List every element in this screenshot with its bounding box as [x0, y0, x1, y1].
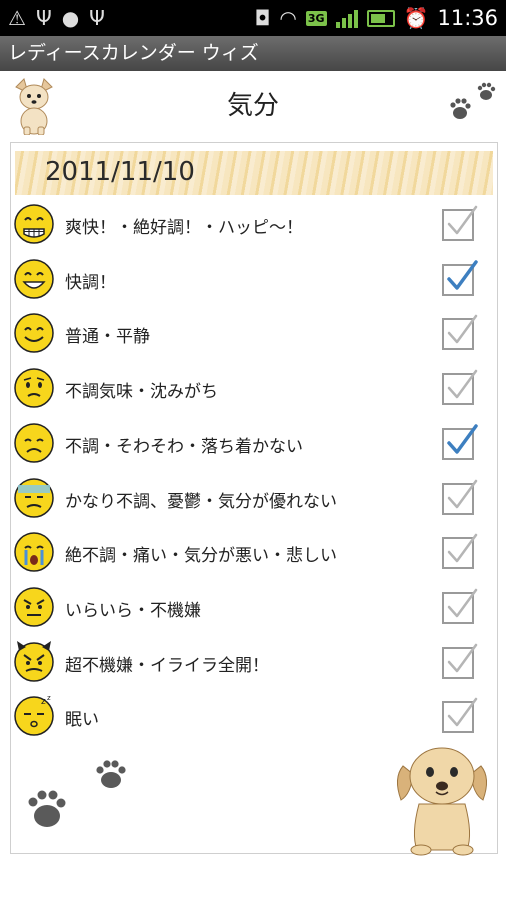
status-time: 11:36 — [437, 6, 498, 30]
grin-teeth-icon — [14, 204, 54, 244]
checkbox-unchecked[interactable] — [441, 204, 479, 242]
mood-row[interactable]: 普通・平静 — [11, 308, 499, 362]
mood-row[interactable]: 不調・そわそわ・落ち着かない — [11, 418, 499, 472]
mood-label: 超不機嫌・イライラ全開！ — [65, 655, 269, 676]
mood-row[interactable]: 超不機嫌・イライラ全開！ — [11, 637, 499, 691]
paw-prints-icon — [450, 82, 496, 119]
big-smile-icon — [14, 258, 54, 299]
mood-row[interactable]: 絶不調・痛い・気分が悪い・悲しい — [11, 527, 499, 581]
angry-devil-icon — [14, 640, 54, 682]
mood-panel: 2011/11/10 爽快！・絶好調！・ハッピ〜！ 快調！ 普通・平静不調気味・沈み… — [10, 142, 499, 856]
checkbox-unchecked[interactable] — [441, 313, 479, 351]
smile-icon — [14, 313, 54, 354]
checkbox-checked[interactable] — [441, 423, 479, 461]
signal-icon — [335, 8, 358, 28]
crying-icon — [14, 532, 54, 572]
checkbox-unchecked[interactable] — [441, 642, 479, 680]
worried-icon — [14, 368, 54, 408]
voicemail-icon: ◘ — [254, 6, 271, 30]
mood-label: 絶不調・痛い・気分が悪い・悲しい — [65, 546, 337, 567]
paw-prints-icon — [28, 760, 126, 827]
mood-label: 快調！ — [65, 272, 116, 293]
mood-row[interactable]: かなり不調、憂鬱・気分が優れない — [11, 473, 499, 527]
puppy-illustration — [397, 747, 487, 856]
mood-row[interactable]: 爽快！・絶好調！・ハッピ〜！ — [11, 199, 499, 253]
checkbox-unchecked[interactable] — [441, 587, 479, 625]
checkbox-unchecked[interactable] — [441, 696, 479, 734]
checkbox-checked[interactable] — [441, 259, 479, 297]
network-3g-icon: 3G — [305, 10, 327, 26]
depressed-icon — [14, 477, 54, 518]
warning-icon: ⚠ — [8, 6, 26, 30]
mood-label: いらいら・不機嫌 — [65, 600, 201, 621]
android-icon: ● — [61, 6, 80, 30]
mood-label: 不調気味・沈みがち — [65, 382, 218, 403]
page-title: 気分 — [226, 91, 279, 121]
checkbox-unchecked[interactable] — [441, 532, 479, 570]
screen-header: 気分 — [0, 71, 506, 139]
mood-label: 普通・平静 — [65, 327, 150, 348]
svg-text:z: z — [47, 695, 51, 702]
usb-debug-icon: Ψ — [89, 6, 105, 30]
app-title-bar: レディースカレンダー ウィズ — [0, 36, 506, 71]
mood-row[interactable]: 快調！ — [11, 254, 499, 308]
headset-icon: ◠ — [279, 6, 297, 30]
date-banner: 2011/11/10 — [15, 151, 493, 195]
mood-label: 不調・そわそわ・落ち着かない — [65, 436, 303, 457]
mood-row[interactable]: 不調気味・沈みがち — [11, 363, 499, 417]
sad-icon — [14, 423, 54, 463]
sleepy-icon: zz — [14, 695, 54, 737]
mood-label: 爽快！・絶好調！・ハッピ〜！ — [65, 218, 303, 238]
checkbox-unchecked[interactable] — [441, 478, 479, 516]
mood-row[interactable]: いらいら・不機嫌 — [11, 582, 499, 636]
annoyed-icon — [14, 587, 54, 627]
checkbox-unchecked[interactable] — [441, 368, 479, 406]
selected-date: 2011/11/10 — [45, 157, 195, 187]
alarm-icon: ⏰ — [403, 6, 429, 30]
mood-label: 眠い — [65, 710, 99, 731]
status-bar: ⚠ Ψ ● Ψ ◘ ◠ 3G ⏰ 11:36 — [0, 0, 506, 36]
svg-text:z: z — [41, 697, 46, 707]
battery-icon — [366, 9, 395, 27]
mood-label: かなり不調、憂鬱・気分が優れない — [65, 491, 337, 512]
usb-icon: Ψ — [35, 6, 52, 30]
